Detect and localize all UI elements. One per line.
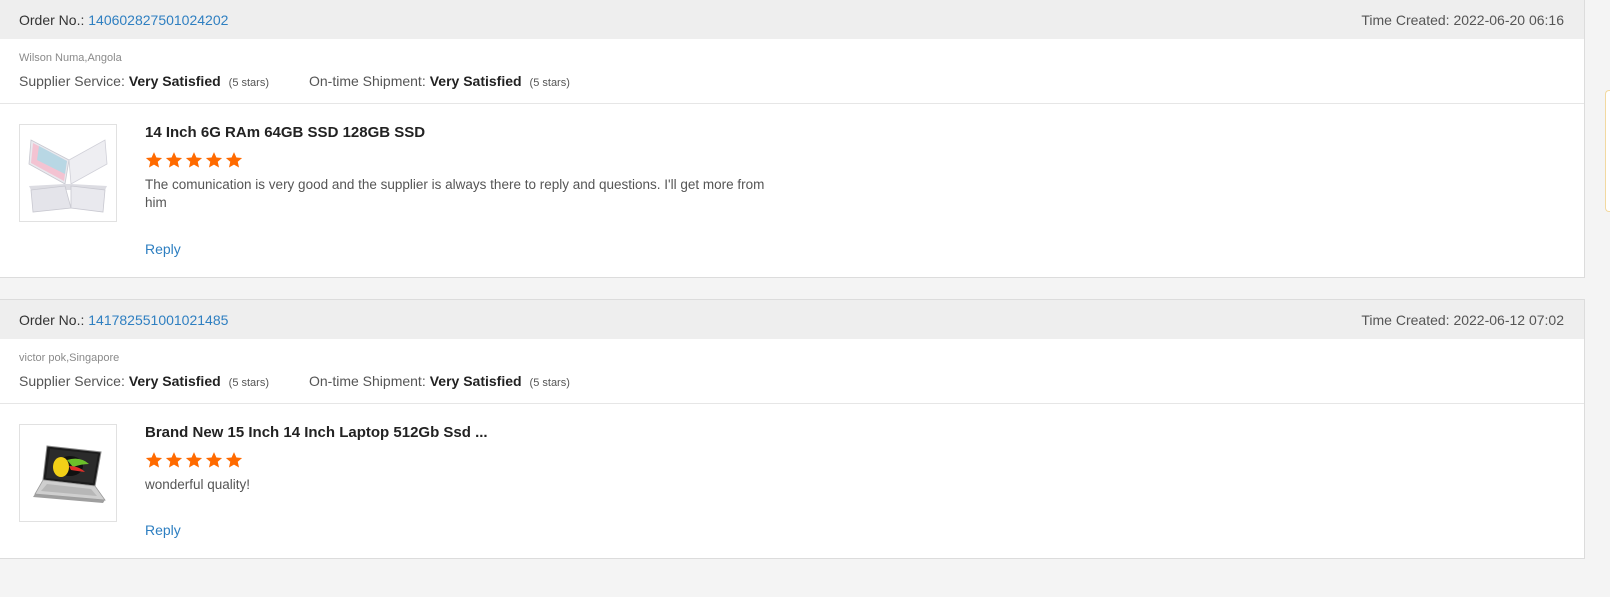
star-icon — [145, 151, 163, 169]
star-icon — [185, 151, 203, 169]
reply-link[interactable]: Reply — [145, 522, 181, 538]
star-icon — [225, 151, 243, 169]
shipment-stars: (5 stars) — [529, 77, 570, 89]
supplier-service-rating: Supplier Service: Very Satisfied (5 star… — [19, 73, 269, 89]
reviewer-block: victor pok,Singapore Supplier Service: V… — [0, 339, 1584, 404]
reviews-list: Order No.: 140602827501024202 Time Creat… — [0, 0, 1585, 580]
star-icon — [225, 451, 243, 469]
star-icon — [145, 451, 163, 469]
product-title[interactable]: 14 Inch 6G RAm 64GB SSD 128GB SSD — [145, 124, 785, 142]
product-review: 14 Inch 6G RAm 64GB SSD 128GB SSD The co… — [0, 104, 1584, 277]
shipment-rating: On-time Shipment: Very Satisfied (5 star… — [309, 373, 570, 389]
star-icon — [205, 451, 223, 469]
order-number-label: Order No.: — [19, 311, 85, 328]
star-icon — [165, 151, 183, 169]
star-icon — [165, 451, 183, 469]
time-created-value: 2022-06-20 06:16 — [1453, 11, 1564, 28]
shipment-value: Very Satisfied — [429, 73, 522, 89]
time-created: Time Created: 2022-06-20 06:16 — [1361, 12, 1564, 28]
review-card-header: Order No.: 141782551001021485 Time Creat… — [0, 300, 1584, 339]
product-title[interactable]: Brand New 15 Inch 14 Inch Laptop 512Gb S… — [145, 424, 785, 442]
shipment-label: On-time Shipment: — [309, 73, 426, 89]
supplier-service-stars: (5 stars) — [228, 377, 269, 389]
reviewer-block: Wilson Numa,Angola Supplier Service: Ver… — [0, 39, 1584, 104]
review-card: Order No.: 140602827501024202 Time Creat… — [0, 0, 1585, 278]
rating-stars — [145, 451, 785, 469]
shipment-stars: (5 stars) — [529, 377, 570, 389]
supplier-service-stars: (5 stars) — [228, 77, 269, 89]
time-created-value: 2022-06-12 07:02 — [1453, 311, 1564, 328]
order-number: Order No.: 140602827501024202 — [19, 12, 228, 28]
laptop-toucan-icon — [33, 445, 106, 503]
product-info: 14 Inch 6G RAm 64GB SSD 128GB SSD The co… — [145, 124, 785, 259]
shipment-rating: On-time Shipment: Very Satisfied (5 star… — [309, 73, 570, 89]
product-review: Brand New 15 Inch 14 Inch Laptop 512Gb S… — [0, 404, 1584, 558]
service-ratings: Supplier Service: Very Satisfied (5 star… — [19, 373, 1565, 389]
supplier-service-label: Supplier Service: — [19, 73, 125, 89]
review-card: Order No.: 141782551001021485 Time Creat… — [0, 299, 1585, 559]
time-created: Time Created: 2022-06-12 07:02 — [1361, 312, 1564, 328]
review-card-header: Order No.: 140602827501024202 Time Creat… — [0, 0, 1584, 39]
reply-link[interactable]: Reply — [145, 241, 181, 257]
supplier-service-value: Very Satisfied — [128, 373, 221, 389]
supplier-service-value: Very Satisfied — [128, 73, 221, 89]
side-panel-edge — [1605, 90, 1610, 212]
review-text: wonderful quality! — [145, 477, 251, 492]
star-icon — [205, 151, 223, 169]
order-number: Order No.: 141782551001021485 — [19, 312, 228, 328]
order-number-label: Order No.: — [19, 11, 85, 28]
order-number-link[interactable]: 140602827501024202 — [88, 12, 228, 28]
time-created-label: Time Created: — [1361, 11, 1450, 28]
rating-stars — [145, 151, 785, 169]
service-ratings: Supplier Service: Very Satisfied (5 star… — [19, 73, 1565, 89]
buyer-name: victor pok,Singapore — [19, 352, 120, 364]
product-thumbnail[interactable] — [19, 424, 117, 522]
time-created-label: Time Created: — [1361, 311, 1450, 328]
product-info: Brand New 15 Inch 14 Inch Laptop 512Gb S… — [145, 424, 785, 540]
laptop-x-pink-icon — [28, 139, 108, 213]
star-icon — [185, 451, 203, 469]
order-number-link[interactable]: 141782551001021485 — [88, 312, 228, 328]
shipment-label: On-time Shipment: — [309, 373, 426, 389]
shipment-value: Very Satisfied — [429, 373, 522, 389]
buyer-name: Wilson Numa,Angola — [19, 52, 122, 64]
product-thumbnail[interactable] — [19, 124, 117, 222]
review-text: The comunication is very good and the su… — [145, 177, 765, 210]
supplier-service-rating: Supplier Service: Very Satisfied (5 star… — [19, 373, 269, 389]
supplier-service-label: Supplier Service: — [19, 373, 125, 389]
